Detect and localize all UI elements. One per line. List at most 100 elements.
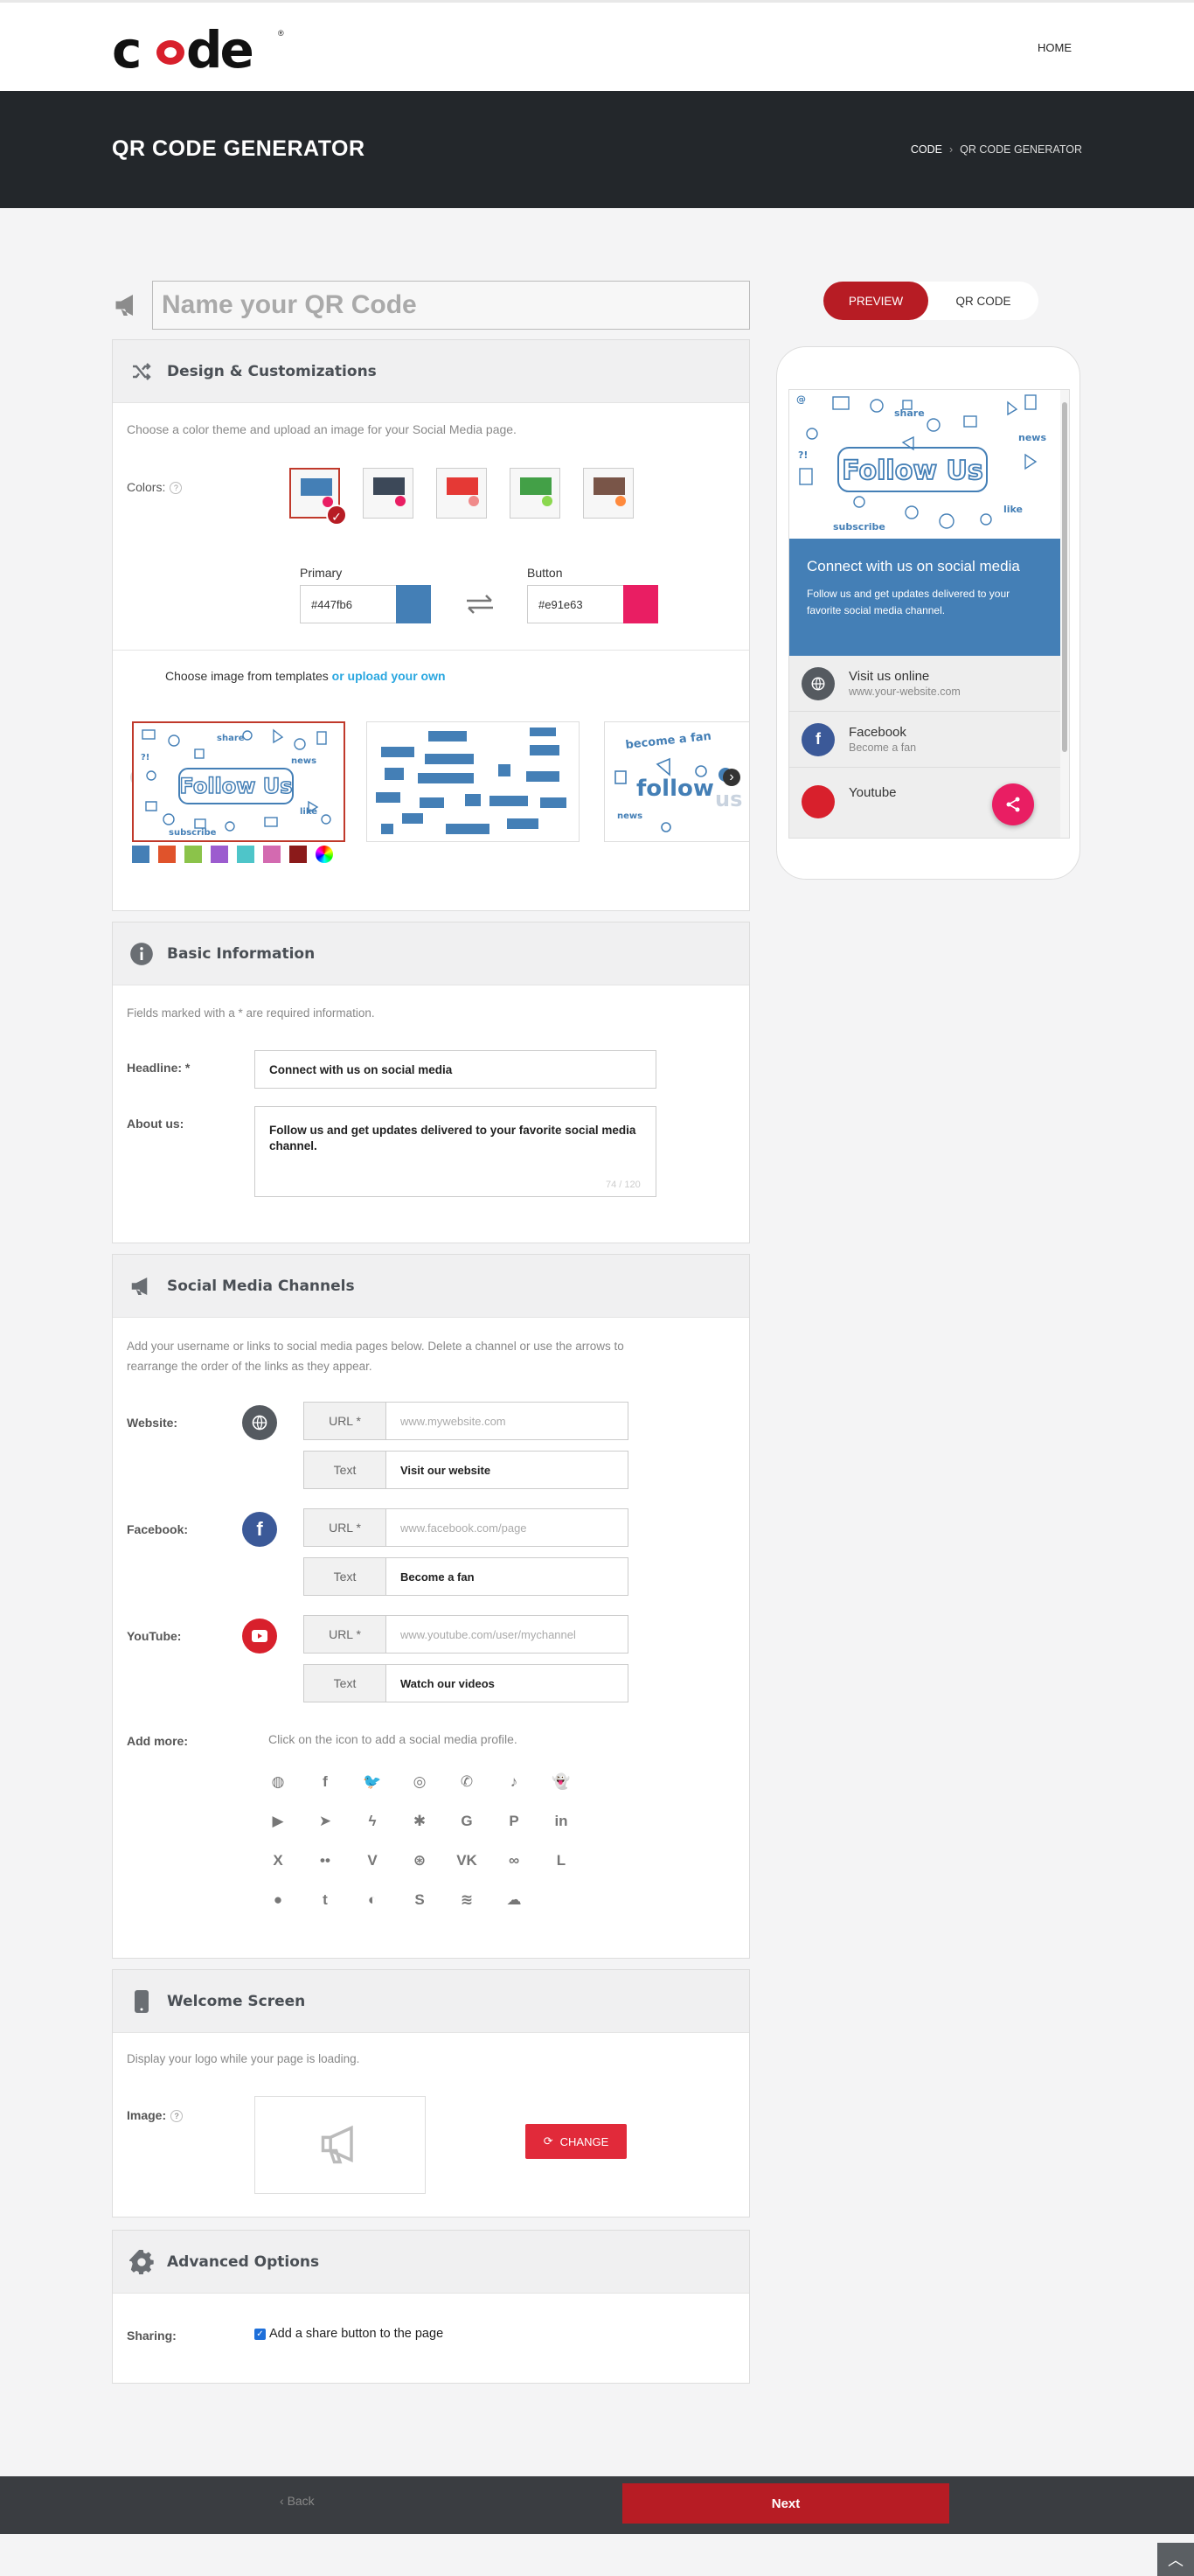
share-button-checkbox[interactable]: ✓ Add a share button to the page — [254, 2327, 443, 2341]
svg-text:news: news — [291, 756, 316, 766]
svg-text:de: de — [186, 25, 253, 74]
theme-swatch-green[interactable] — [510, 468, 560, 519]
upload-own-link[interactable]: or upload your own — [332, 669, 446, 683]
image-label: Image:? — [127, 2108, 184, 2123]
preview-headline: Connect with us on social media — [807, 558, 1020, 574]
facebook-icon: f — [802, 722, 835, 756]
welcome-image-preview[interactable] — [254, 2096, 426, 2194]
line-icon[interactable]: L — [550, 1849, 573, 1872]
globe-icon[interactable]: ◍ — [267, 1771, 289, 1793]
tiktok-icon[interactable]: ♪ — [503, 1771, 525, 1793]
theme-swatch-brown[interactable] — [583, 468, 634, 519]
basic-info-header[interactable]: Basic Information — [113, 922, 749, 985]
share-fab-button[interactable] — [992, 783, 1034, 825]
image-color-blue[interactable] — [132, 846, 149, 863]
facebook-text-field[interactable]: Text Become a fan — [303, 1557, 628, 1596]
instagram-icon[interactable]: ◎ — [408, 1771, 431, 1793]
svg-text:Follow Us: Follow Us — [842, 456, 982, 486]
tab-preview[interactable]: PREVIEW — [823, 282, 928, 320]
code-logo[interactable]: c de ® — [112, 25, 287, 74]
whatsapp-icon[interactable]: ✆ — [455, 1771, 478, 1793]
image-color-green[interactable] — [184, 846, 202, 863]
sharing-label: Sharing: — [127, 2329, 177, 2343]
color-wheel-icon[interactable] — [316, 846, 333, 863]
image-color-orange[interactable] — [158, 846, 176, 863]
swap-colors-icon[interactable] — [465, 594, 495, 615]
youtube-icon[interactable]: ▶ — [267, 1810, 289, 1833]
skype-icon[interactable]: S — [408, 1889, 431, 1911]
preview-scrollbar[interactable] — [1060, 390, 1069, 838]
linkedin-icon[interactable]: in — [550, 1810, 573, 1833]
image-color-maroon[interactable] — [289, 846, 307, 863]
svg-text:c: c — [112, 25, 139, 74]
twitter-icon[interactable]: 🐦 — [361, 1771, 384, 1793]
website-url-field[interactable]: URL * www.mywebsite.com — [303, 1402, 628, 1440]
help-icon[interactable]: ? — [170, 482, 183, 495]
facebook-url-field[interactable]: URL * www.facebook.com/page — [303, 1508, 628, 1547]
welcome-header[interactable]: Welcome Screen — [113, 1970, 749, 2033]
design-card: Design & Customizations Choose a color t… — [112, 339, 750, 911]
youtube-url-field[interactable]: URL * www.youtube.com/user/mychannel — [303, 1615, 628, 1654]
pinterest-icon[interactable]: P — [503, 1810, 525, 1833]
scrollbar-thumb[interactable] — [1062, 402, 1067, 752]
headline-input[interactable]: Connect with us on social media — [254, 1050, 656, 1089]
tab-qr-code[interactable]: QR CODE — [928, 282, 1038, 320]
messenger-icon[interactable]: ϟ — [361, 1810, 384, 1833]
theme-swatch-blue[interactable]: ✓ — [289, 468, 347, 526]
checkbox-checked-icon[interactable]: ✓ — [254, 2328, 266, 2340]
phone-screen[interactable]: Follow Us share news @?! subscribe like Conn… — [788, 389, 1070, 839]
advanced-header[interactable]: Advanced Options — [113, 2231, 749, 2294]
template-image-tags[interactable] — [366, 721, 580, 842]
primary-color-chip[interactable] — [396, 585, 431, 623]
scroll-top-button[interactable]: ︿ — [1157, 2543, 1194, 2576]
yelp-icon[interactable]: ✱ — [408, 1810, 431, 1833]
reddit-icon[interactable]: ● — [267, 1889, 289, 1911]
snapchat-icon[interactable]: 👻 — [550, 1771, 573, 1793]
primary-color-input[interactable]: #447fb6 — [300, 585, 398, 623]
social-channels-card: Social Media Channels Add your username … — [112, 1254, 750, 1959]
image-color-pink[interactable] — [263, 846, 281, 863]
qr-name-input[interactable]: Name your QR Code — [152, 281, 750, 330]
svg-text:share: share — [217, 734, 245, 743]
spotify-icon[interactable]: ≋ — [455, 1889, 478, 1911]
github-icon[interactable]: ◐ — [361, 1889, 384, 1911]
image-color-purple[interactable] — [211, 846, 228, 863]
vimeo-icon[interactable]: V — [361, 1849, 384, 1872]
theme-swatch-red[interactable] — [436, 468, 487, 519]
svg-text:news: news — [1018, 432, 1046, 443]
carousel-next-icon[interactable]: › — [723, 769, 740, 786]
globe-icon[interactable] — [242, 1405, 277, 1440]
youtube-text-field[interactable]: Text Watch our videos — [303, 1664, 628, 1702]
design-card-header[interactable]: Design & Customizations — [113, 340, 749, 403]
vk-icon[interactable]: VK — [455, 1849, 478, 1872]
back-button[interactable]: ‹ Back — [280, 2494, 315, 2508]
social-channels-header[interactable]: Social Media Channels — [113, 1255, 749, 1318]
facebook-icon[interactable]: f — [314, 1771, 337, 1793]
facebook-icon[interactable]: f — [242, 1512, 277, 1547]
button-color-chip[interactable] — [623, 585, 658, 623]
template-image-follow-us[interactable]: Follow Us share news like subscribe?! — [132, 721, 345, 842]
website-text-field[interactable]: Text Visit our website — [303, 1451, 628, 1489]
change-image-button[interactable]: ⟳ CHANGE — [525, 2124, 627, 2159]
flickr-icon[interactable]: •• — [314, 1849, 337, 1872]
button-color-input[interactable]: #e91e63 — [527, 585, 625, 623]
xing-icon[interactable]: X — [267, 1849, 289, 1872]
qr-name-row: Name your QR Code — [112, 281, 750, 330]
image-color-teal[interactable] — [237, 846, 254, 863]
tripadvisor-icon[interactable]: ∞ — [503, 1849, 525, 1872]
breadcrumb-code[interactable]: CODE — [911, 143, 942, 156]
tumblr-icon[interactable]: t — [314, 1889, 337, 1911]
top-navbar: c de ® HOME — [0, 0, 1194, 91]
youtube-icon[interactable] — [242, 1619, 277, 1654]
soundcloud-icon[interactable]: ☁ — [503, 1889, 525, 1911]
preview-item-website[interactable]: Visit us online www.your-website.com — [789, 656, 1060, 712]
next-button[interactable]: Next — [622, 2483, 949, 2524]
theme-swatch-dark[interactable] — [363, 468, 413, 519]
dribbble-icon[interactable]: ⊛ — [408, 1849, 431, 1872]
preview-item-facebook[interactable]: f Facebook Become a fan — [789, 712, 1060, 768]
google-icon[interactable]: G — [455, 1810, 478, 1833]
about-textarea[interactable]: Follow us and get updates delivered to y… — [254, 1106, 656, 1197]
telegram-icon[interactable]: ➤ — [314, 1810, 337, 1833]
nav-home-link[interactable]: HOME — [1038, 41, 1072, 54]
help-icon[interactable]: ? — [170, 2110, 184, 2123]
